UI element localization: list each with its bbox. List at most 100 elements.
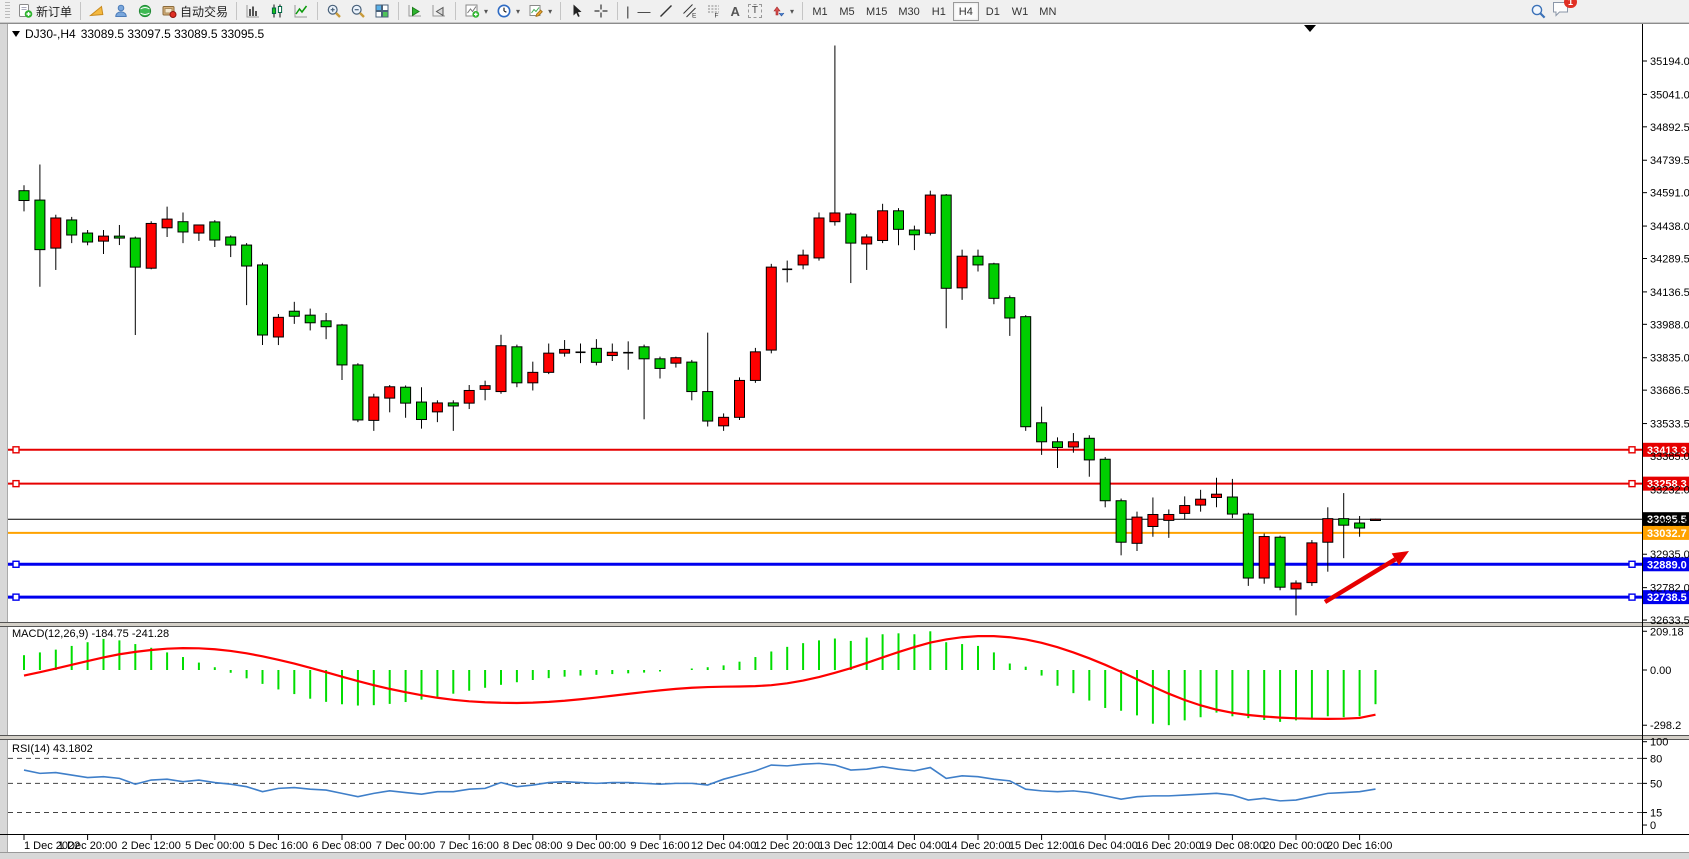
timeframe-M30[interactable]: M30 — [893, 2, 924, 21]
timeframe-W1[interactable]: W1 — [1007, 2, 1034, 21]
autotrading-button[interactable]: 自动交易 — [157, 1, 232, 21]
template-icon — [528, 3, 544, 19]
candle-body — [671, 358, 681, 363]
candle-body — [1148, 514, 1158, 526]
vertical-line-button[interactable]: | — [622, 1, 633, 21]
autotrading-icon — [161, 3, 177, 19]
timeframe-H1[interactable]: H1 — [926, 2, 952, 21]
candle-body — [687, 362, 697, 391]
equidistant-channel-button[interactable]: E — [678, 1, 702, 21]
macd-signal-value: -241.28 — [132, 628, 169, 640]
person-icon — [113, 3, 129, 19]
dropdown-caret-icon: ▾ — [484, 7, 488, 16]
candle-body — [639, 347, 649, 359]
candle-body — [273, 317, 283, 337]
price-axis-label: 32935.0 — [1650, 549, 1689, 561]
candle-body — [512, 347, 522, 383]
candle-body — [719, 417, 729, 426]
chat-button[interactable]: 1 — [1551, 0, 1571, 23]
timeframe-M1[interactable]: M1 — [807, 2, 833, 21]
candle-body — [1068, 442, 1078, 447]
zoom-in-button[interactable] — [322, 1, 346, 21]
zoom-out-button[interactable] — [346, 1, 370, 21]
price-axis-label: 35194.0 — [1650, 56, 1689, 68]
candle-body — [35, 200, 45, 250]
search-icon — [1530, 3, 1547, 20]
text-button[interactable]: A — [726, 1, 743, 21]
candle-body — [369, 397, 379, 420]
add-indicator-button[interactable]: ▾ — [460, 1, 492, 21]
bar-chart-button[interactable] — [241, 1, 265, 21]
styles-button[interactable] — [85, 1, 109, 21]
clock-icon — [496, 3, 512, 19]
panel-splitter[interactable] — [0, 623, 1689, 626]
templates-button[interactable]: ▾ — [524, 1, 556, 21]
timeframe-H4[interactable]: H4 — [953, 2, 979, 21]
arrows-button[interactable]: ▾ — [766, 1, 798, 21]
timeframe-M5[interactable]: M5 — [834, 2, 860, 21]
price-axis-label: 32782.0 — [1650, 583, 1689, 595]
dropdown-caret-icon: ▾ — [790, 7, 794, 16]
new-order-icon — [17, 3, 33, 19]
price-axis-label: 33835.0 — [1650, 353, 1689, 365]
candle-body — [114, 236, 124, 238]
new-order-button[interactable]: 新订单 — [13, 1, 76, 21]
trendline-button[interactable] — [654, 1, 678, 21]
time-axis-label: 7 Dec 16:00 — [440, 840, 499, 852]
price-axis-label: 33533.5 — [1650, 419, 1689, 431]
panel-splitter[interactable] — [0, 736, 1689, 739]
candle-body — [1291, 583, 1301, 589]
auto-scroll-button[interactable] — [403, 1, 427, 21]
profiles-button[interactable] — [109, 1, 133, 21]
horizontal-line-button[interactable]: — — [633, 1, 654, 21]
chart-header: DJ30-,H4 33089.5 33097.5 33089.5 33095.5 — [12, 27, 264, 41]
mt4-window: 新订单 自动交易 ▾ ▾ ▾ | — E F A — [0, 0, 1689, 859]
rsi-value: 43.1802 — [53, 743, 93, 755]
notification-badge: 1 — [1564, 0, 1577, 8]
candle-body — [146, 223, 156, 268]
svg-text:F: F — [715, 13, 719, 20]
macd-name: MACD(12,26,9) — [12, 628, 88, 640]
zoom-out-icon — [350, 3, 366, 19]
candle-body — [1180, 506, 1190, 514]
channel-icon: E — [682, 3, 698, 19]
candle-body — [19, 191, 29, 201]
chart-canvas[interactable]: 33413.333258.333095.533032.732889.032738… — [0, 0, 1689, 859]
time-axis-label: 5 Dec 16:00 — [249, 840, 308, 852]
price-axis-label: 35041.0 — [1650, 89, 1689, 101]
candle-body — [1355, 523, 1365, 528]
line-chart-button[interactable] — [289, 1, 313, 21]
signal-globe-icon — [137, 3, 153, 19]
toolbar-drag-handle[interactable] — [5, 2, 10, 20]
periods-button[interactable]: ▾ — [492, 1, 524, 21]
auto-scroll-icon — [407, 3, 423, 19]
text-label-button[interactable]: T — [744, 1, 766, 21]
candle-body — [862, 237, 872, 244]
cursor-button[interactable] — [565, 1, 589, 21]
crosshair-button[interactable] — [589, 1, 613, 21]
macd-value: -184.75 — [91, 628, 128, 640]
market-watch-button[interactable] — [133, 1, 157, 21]
candle-body — [1212, 494, 1222, 497]
timeframe-MN[interactable]: MN — [1034, 2, 1061, 21]
candle-body — [1323, 519, 1333, 543]
candle-body — [1259, 537, 1269, 578]
candle-body — [289, 311, 299, 316]
candle-body — [130, 238, 140, 267]
tile-windows-button[interactable] — [370, 1, 394, 21]
candle-chart-button[interactable] — [265, 1, 289, 21]
candle-body — [1021, 317, 1031, 427]
timeframe-M15[interactable]: M15 — [861, 2, 892, 21]
price-axis-label: 34892.5 — [1650, 122, 1689, 134]
chart-shift-button[interactable] — [427, 1, 451, 21]
fibonacci-button[interactable]: F — [702, 1, 726, 21]
timeframe-D1[interactable]: D1 — [980, 2, 1006, 21]
collapse-icon[interactable] — [12, 31, 20, 37]
candle-body — [353, 365, 363, 420]
search-button[interactable] — [1526, 1, 1551, 21]
time-axis-label: 20 Dec 16:00 — [1327, 840, 1392, 852]
rsi-name: RSI(14) — [12, 743, 50, 755]
time-axis-label: 13 Dec 12:00 — [818, 840, 883, 852]
price-axis-label: 34438.0 — [1650, 221, 1689, 233]
candle-body — [925, 195, 935, 233]
